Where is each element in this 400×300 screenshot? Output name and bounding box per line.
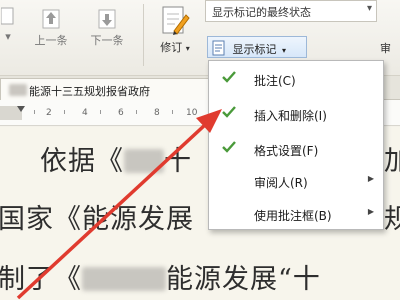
- blurred-text: [124, 149, 164, 173]
- previous-change-label: 上一条: [34, 34, 68, 47]
- show-markup-label: 显示标记: [232, 43, 277, 56]
- track-changes-button[interactable]: 修订 ▾: [150, 2, 200, 64]
- checkmark-icon: [222, 141, 236, 153]
- document-line: 制了《 能源发展“十: [0, 257, 321, 296]
- arrow-up-doc-icon: [42, 9, 60, 29]
- document-line: 国家《能源发展: [0, 197, 194, 236]
- review-partial-label: 审: [380, 42, 391, 55]
- menu-item-comments[interactable]: 批注(C): [210, 66, 382, 92]
- document-line: 依据《 十: [40, 139, 192, 178]
- ruler-number: 6: [118, 108, 124, 118]
- chevron-down-icon: ▾: [185, 44, 190, 53]
- menu-item-label: 使用批注框(B): [254, 209, 332, 223]
- document-tab[interactable]: 能源十三五规划报省政府: [0, 78, 222, 100]
- checkmark-icon: [222, 106, 236, 118]
- chevron-down-icon: ▾: [366, 3, 372, 14]
- show-markup-button[interactable]: 显示标记 ▾: [207, 36, 307, 58]
- pencil-doc-icon: [162, 6, 190, 35]
- indent-marker-icon[interactable]: [17, 106, 25, 112]
- partial-toolbar-button[interactable]: ▾: [0, 6, 16, 43]
- ruler-tick: [172, 110, 173, 114]
- ribbon-separator: [143, 4, 144, 66]
- document-text: 国家《能源发展: [0, 204, 194, 235]
- markup-state-select[interactable]: 显示标记的最终状态 ▾: [205, 0, 377, 22]
- document-tab-title: 能源十三五规划报省政府: [29, 85, 150, 98]
- arrow-down-doc-icon: [98, 9, 116, 29]
- menu-item-formatting[interactable]: 格式设置(F): [210, 136, 382, 162]
- ruler-number: 8: [154, 108, 160, 118]
- ruler-tick: [136, 110, 137, 114]
- next-change-label: 下一条: [90, 34, 124, 47]
- ruler-number: 10: [186, 108, 198, 118]
- document-text: 加: [384, 146, 400, 177]
- markup-state-value: 显示标记的最终状态: [212, 6, 311, 19]
- triangle-right-icon: ▶: [367, 207, 374, 216]
- menu-item-label: 审阅人(R): [254, 176, 308, 190]
- ruler-tick: [34, 110, 35, 114]
- ruler-number: 2: [46, 108, 52, 118]
- ruler-tick: [100, 110, 101, 114]
- menu-item-label: 插入和删除(I): [254, 109, 327, 123]
- menu-item-label: 批注(C): [254, 74, 296, 88]
- menu-item-label: 格式设置(F): [254, 144, 319, 158]
- next-change-button[interactable]: 下一条: [82, 6, 132, 48]
- previous-change-button[interactable]: 上一条: [26, 6, 76, 48]
- menu-item-reviewers[interactable]: 审阅人(R) ▶: [210, 168, 382, 194]
- tab-blurred-region: [9, 84, 27, 96]
- blurred-text: [82, 267, 166, 291]
- track-changes-label: 修订: [160, 41, 183, 54]
- doc-icon: [1, 7, 14, 25]
- chevron-down-icon: ▾: [282, 46, 287, 55]
- document-text: 规: [384, 204, 400, 235]
- document-text: 依据《: [40, 146, 124, 177]
- triangle-right-icon: ▶: [367, 174, 374, 183]
- ruler-tick: [64, 110, 65, 114]
- ruler-number: 4: [82, 108, 88, 118]
- document-text: 制了《: [0, 264, 82, 295]
- document-text: 能源发展“十: [166, 264, 321, 295]
- document-text: 十: [164, 146, 192, 177]
- menu-item-use-balloons[interactable]: 使用批注框(B) ▶: [210, 201, 382, 227]
- show-markup-menu: 批注(C) 插入和删除(I) 格式设置(F) 审阅人(R) ▶ 使用批注框(B)…: [208, 60, 384, 230]
- checkmark-icon: [222, 71, 236, 83]
- partial-label: ▾: [5, 30, 11, 43]
- menu-item-insertions-deletions[interactable]: 插入和删除(I): [210, 101, 382, 127]
- markup-doc-icon: [212, 40, 226, 59]
